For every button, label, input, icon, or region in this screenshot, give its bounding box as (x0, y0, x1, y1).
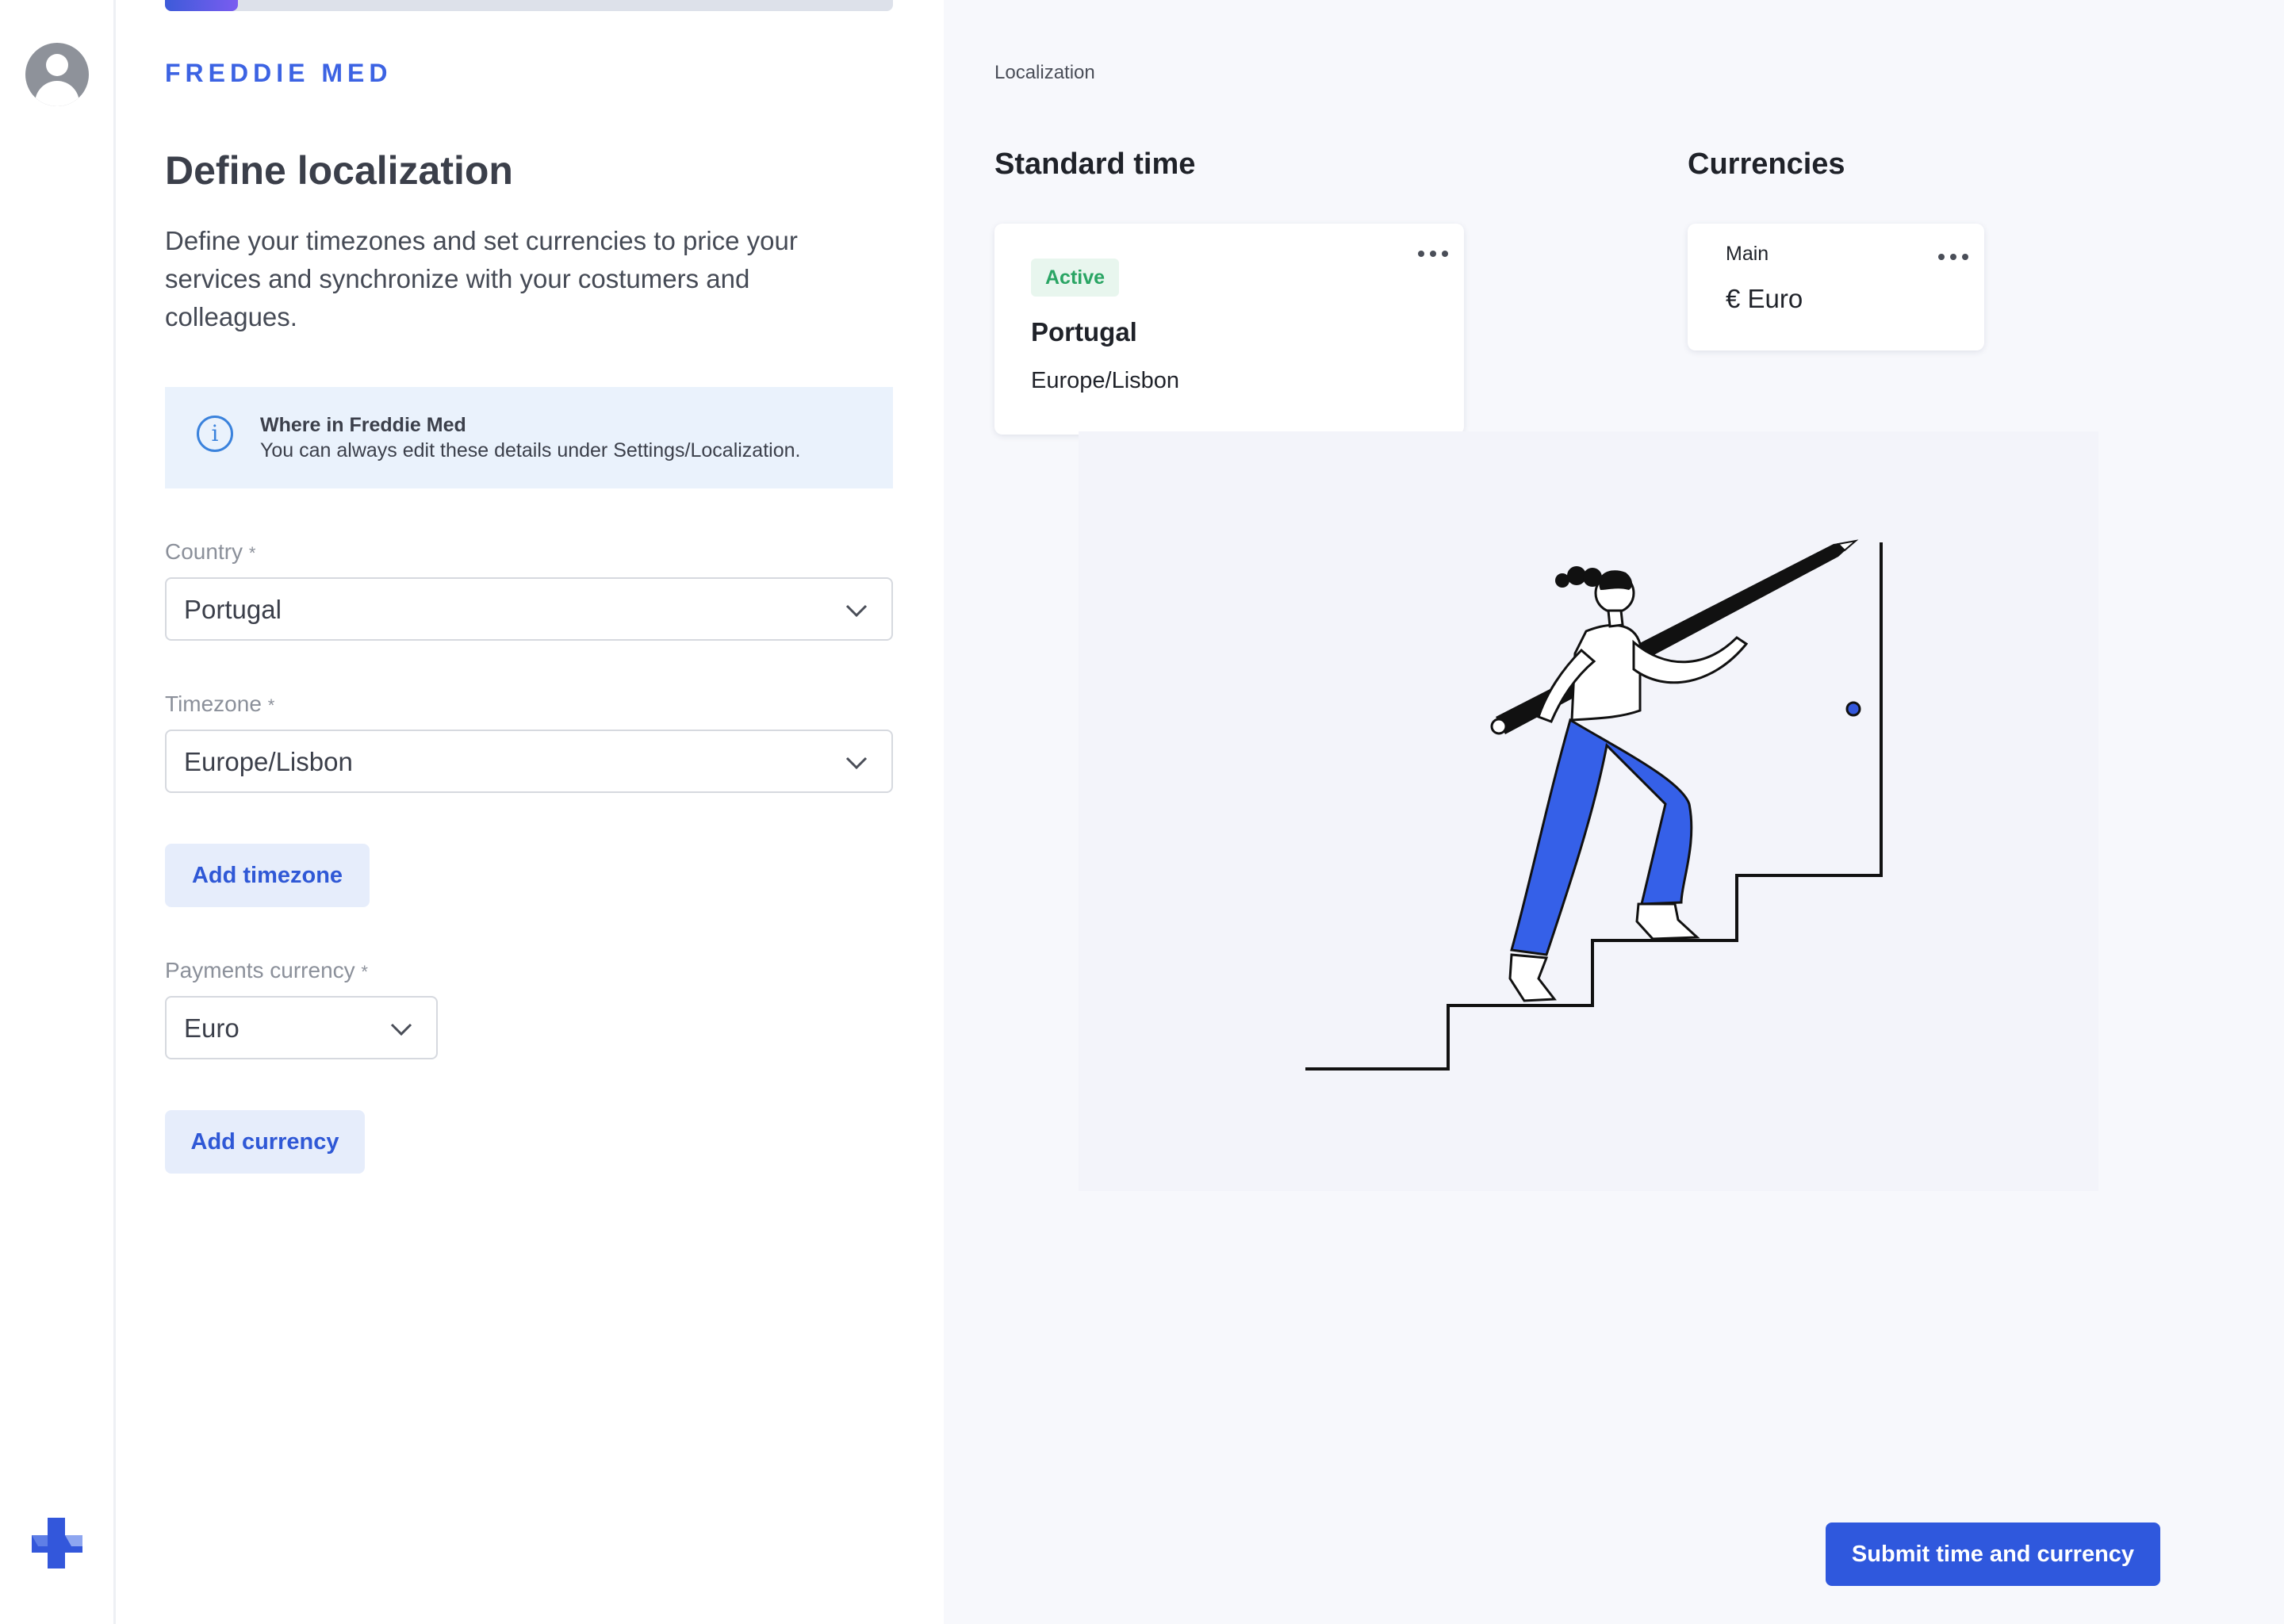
country-label: Country * (165, 539, 255, 565)
climbing-stairs-illustration (1305, 539, 1883, 1071)
standard-time-title: Standard time (994, 147, 1196, 181)
required-mark: * (267, 695, 275, 715)
currency-card: Main € Euro (1688, 224, 1984, 350)
payments-currency-select[interactable]: Euro (165, 996, 438, 1059)
info-callout-title: Where in Freddie Med (260, 414, 466, 436)
onboarding-progress-fill (165, 0, 238, 11)
timezone-select[interactable]: Europe/Lisbon (165, 730, 893, 793)
status-badge: Active (1031, 259, 1120, 297)
country-label-text: Country (165, 539, 243, 564)
timezone-card-country: Portugal (1031, 317, 1137, 347)
more-options-icon[interactable] (1418, 249, 1450, 259)
chevron-down-icon (845, 756, 868, 770)
required-mark: * (248, 543, 256, 563)
illustration-panel (1079, 431, 2098, 1191)
timezone-label: Timezone * (165, 691, 274, 717)
country-select[interactable]: Portugal (165, 577, 893, 641)
currencies-title: Currencies (1688, 147, 1845, 181)
timezone-select-value: Europe/Lisbon (184, 747, 353, 776)
timezone-card-zone: Europe/Lisbon (1031, 368, 1180, 393)
country-select-value: Portugal (184, 595, 282, 624)
add-timezone-button[interactable]: Add timezone (165, 844, 370, 907)
more-options-icon[interactable] (1938, 252, 1970, 262)
payments-currency-label-text: Payments currency (165, 958, 355, 982)
sidebar (0, 0, 116, 1624)
page-description: Define your timezones and set currencies… (165, 226, 798, 331)
info-callout-text: You can always edit these details under … (260, 439, 801, 462)
info-callout: i Where in Freddie Med You can always ed… (165, 387, 893, 488)
brand-logo: FREDDIE MED (165, 59, 393, 87)
submit-time-and-currency-button[interactable]: Submit time and currency (1826, 1522, 2160, 1586)
freddie-med-cross-logo-icon[interactable] (29, 1515, 86, 1572)
info-icon: i (197, 416, 233, 452)
currency-card-value: € Euro (1726, 284, 1803, 313)
breadcrumb: Localization (994, 62, 1095, 83)
timezone-label-text: Timezone (165, 691, 262, 716)
payments-currency-label: Payments currency * (165, 958, 368, 983)
payments-currency-select-value: Euro (184, 1013, 240, 1043)
page-title: Define localization (165, 148, 513, 193)
required-mark: * (361, 962, 368, 982)
chevron-down-icon (390, 1023, 412, 1036)
timezone-card: Active Portugal Europe/Lisbon (994, 224, 1464, 435)
add-currency-button[interactable]: Add currency (165, 1110, 365, 1174)
onboarding-progress-bar (165, 0, 893, 11)
chevron-down-icon (845, 604, 868, 618)
user-avatar-icon[interactable] (25, 43, 89, 106)
currency-card-label: Main (1726, 243, 1769, 265)
